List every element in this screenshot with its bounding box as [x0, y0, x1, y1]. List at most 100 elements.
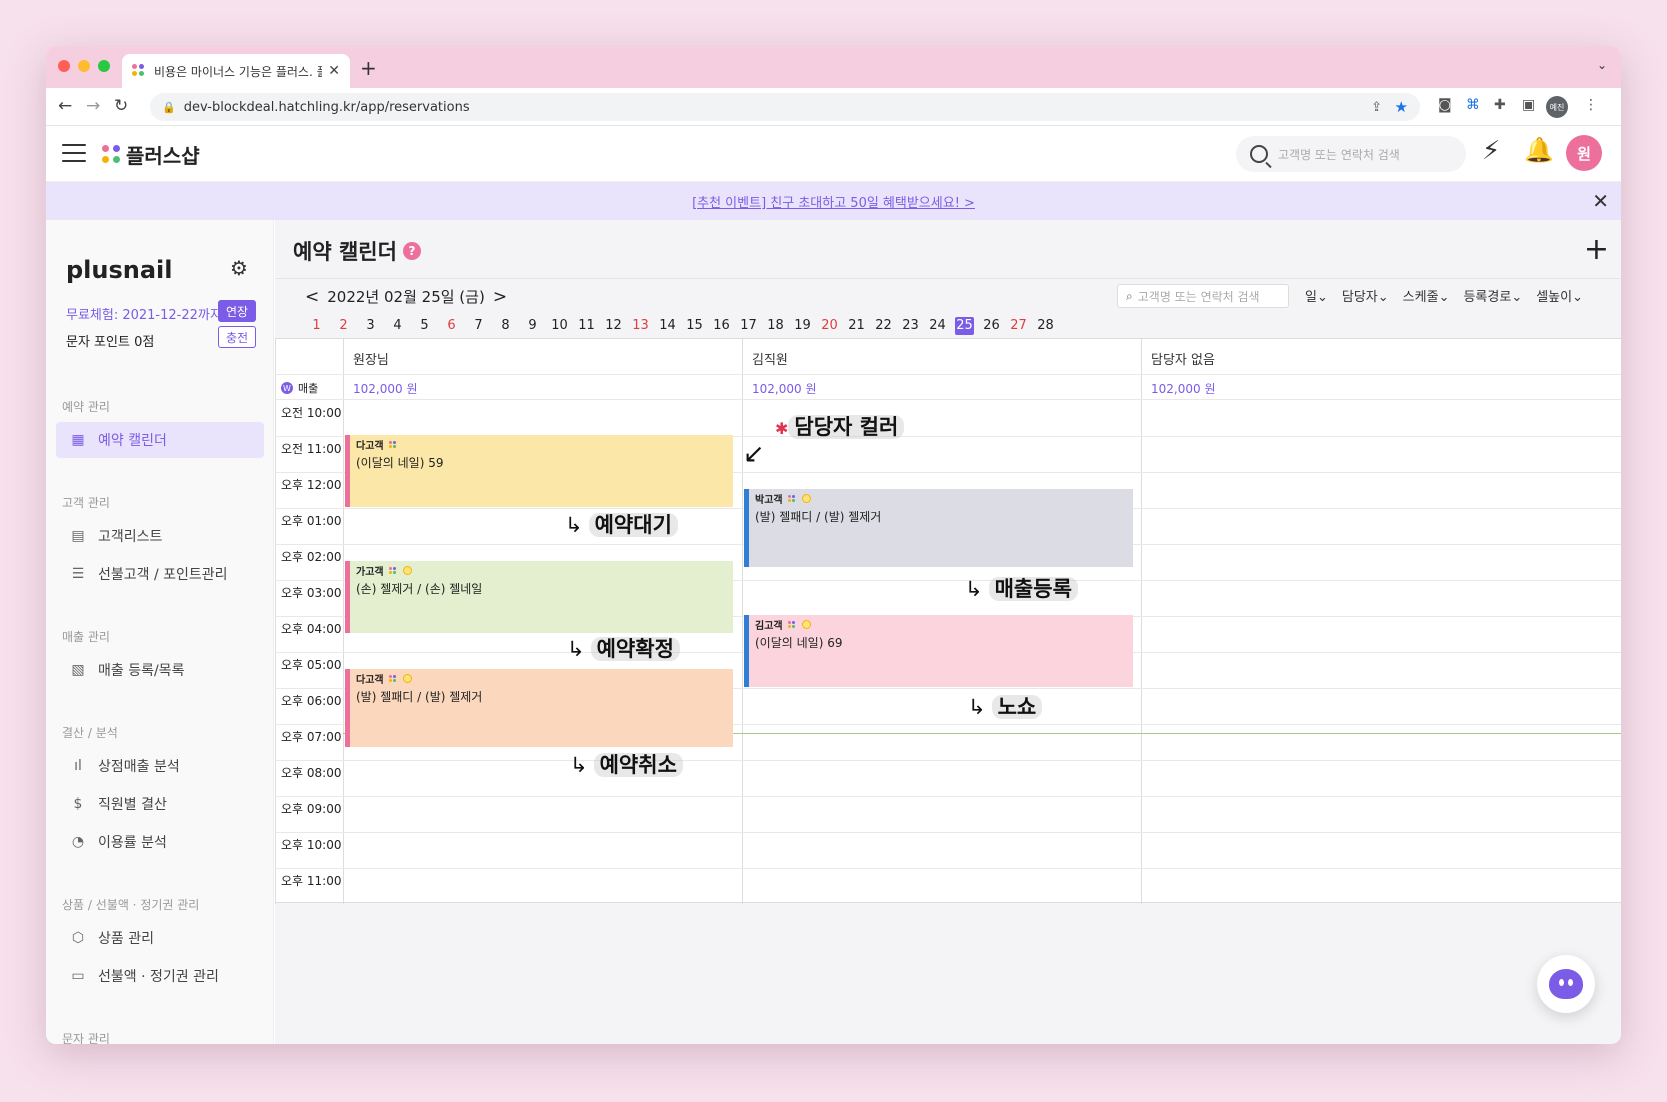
day-9[interactable]: 9: [519, 317, 546, 335]
dots-icon: [388, 674, 397, 683]
chat-button[interactable]: [1537, 955, 1595, 1013]
user-avatar[interactable]: 원: [1566, 135, 1602, 171]
maximize-window-button[interactable]: [98, 60, 110, 72]
gear-icon[interactable]: ⚙: [230, 256, 248, 280]
current-date[interactable]: 2022년 02월 25일 (금): [327, 286, 485, 307]
reservation-event[interactable]: 다고객 (이달의 네일) 59: [345, 435, 733, 507]
add-reservation-button[interactable]: +: [1584, 232, 1609, 267]
bar-chart-icon: ıl: [74, 758, 82, 774]
day-21[interactable]: 21: [843, 317, 870, 335]
sales-label-text: 매출: [298, 382, 319, 395]
address-bar[interactable]: 🔒 dev-blockdeal.hatchling.kr/app/reserva…: [150, 93, 1420, 121]
day-19[interactable]: 19: [789, 317, 816, 335]
sidebar-item-sales-register[interactable]: ▧ 매출 등록/목록: [56, 652, 264, 688]
close-tab-icon[interactable]: ✕: [328, 63, 340, 79]
share-icon[interactable]: ⇪: [1371, 100, 1382, 115]
close-window-button[interactable]: [58, 60, 70, 72]
column-header-unassigned: 담당자 없음: [1151, 353, 1215, 368]
document-icon: ▤: [71, 528, 85, 544]
browser-tab[interactable]: 비용은 마이너스 기능은 플러스. 플러 ✕: [122, 54, 350, 88]
forward-icon[interactable]: →: [86, 96, 100, 116]
menu-icon[interactable]: [62, 144, 86, 162]
day-16[interactable]: 16: [708, 317, 735, 335]
tab-title: 비용은 마이너스 기능은 플러스. 플러: [154, 64, 323, 79]
charge-button[interactable]: 충전: [218, 326, 256, 348]
minimize-window-button[interactable]: [78, 60, 90, 72]
logo[interactable]: 플러스샵: [102, 140, 200, 169]
filter-schedule[interactable]: 스케줄⌄: [1403, 286, 1450, 305]
new-tab-button[interactable]: +: [360, 56, 377, 80]
side-panel-icon[interactable]: ▣: [1522, 97, 1535, 113]
day-8[interactable]: 8: [492, 317, 519, 335]
day-12[interactable]: 12: [600, 317, 627, 335]
day-17[interactable]: 17: [735, 317, 762, 335]
sidebar-item-usage-analysis[interactable]: ◔ 이용률 분석: [56, 824, 264, 860]
day-1[interactable]: 1: [303, 317, 330, 335]
sidebar-item-shop-sales[interactable]: ıl 상점매출 분석: [56, 748, 264, 784]
filter-view[interactable]: 일⌄: [1305, 286, 1328, 305]
sales-value-unassigned: 102,000 원: [1151, 382, 1216, 396]
sidebar-item-products[interactable]: ⬡ 상품 관리: [56, 920, 264, 956]
filter-cell-height[interactable]: 셀높이⌄: [1536, 286, 1583, 305]
day-15[interactable]: 15: [681, 317, 708, 335]
section-sms: 문자 관리: [62, 1032, 110, 1044]
time-slot-label: 오후 03:00: [281, 586, 342, 600]
translate-icon[interactable]: ⌘: [1466, 97, 1480, 113]
day-27[interactable]: 27: [1005, 317, 1032, 335]
help-icon[interactable]: ?: [402, 242, 421, 260]
day-24[interactable]: 24: [924, 317, 951, 335]
prev-day-icon[interactable]: <: [305, 287, 319, 307]
browser-menu-icon[interactable]: ⋮: [1584, 97, 1598, 113]
day-11[interactable]: 11: [573, 317, 600, 335]
reservation-event[interactable]: 김고객 (이달의 네일) 69: [744, 615, 1133, 687]
sidebar-item-calendar[interactable]: ▦ 예약 캘린더: [56, 422, 264, 458]
close-banner-icon[interactable]: ✕: [1592, 189, 1609, 213]
event-banner[interactable]: [추천 이벤트] 친구 초대하고 50일 혜택받으세요! > ✕: [46, 182, 1621, 220]
filter-source[interactable]: 등록경로⌄: [1463, 286, 1522, 305]
day-25[interactable]: 25: [955, 317, 974, 335]
bookmark-star-icon[interactable]: ★: [1395, 98, 1408, 116]
grid-line: [1141, 339, 1142, 904]
filter-staff[interactable]: 담당자⌄: [1342, 286, 1389, 305]
calendar-search-input[interactable]: ⌕ 고객명 또는 연락처 검색: [1117, 284, 1289, 308]
annotation-text: 매출등록: [988, 577, 1078, 601]
tab-search-chevron-icon[interactable]: ⌄: [1597, 58, 1607, 72]
day-7[interactable]: 7: [465, 317, 492, 335]
day-22[interactable]: 22: [870, 317, 897, 335]
global-search-input[interactable]: 고객명 또는 연락처 검색: [1236, 136, 1466, 172]
extend-button[interactable]: 연장: [218, 300, 256, 322]
day-4[interactable]: 4: [384, 317, 411, 335]
day-6[interactable]: 6: [438, 317, 465, 335]
back-icon[interactable]: ←: [58, 96, 72, 116]
sidebar-item-prepaid[interactable]: ☰ 선불고객 / 포인트관리: [56, 556, 264, 592]
camera-icon[interactable]: ◙: [1438, 97, 1452, 113]
reload-icon[interactable]: ↻: [114, 96, 128, 116]
event-customer: 가고객: [356, 563, 727, 578]
day-14[interactable]: 14: [654, 317, 681, 335]
profile-avatar[interactable]: 예진: [1546, 96, 1568, 118]
day-10[interactable]: 10: [546, 317, 573, 335]
day-2[interactable]: 2: [330, 317, 357, 335]
day-26[interactable]: 26: [978, 317, 1005, 335]
day-5[interactable]: 5: [411, 317, 438, 335]
dollar-icon: $: [73, 796, 83, 812]
day-18[interactable]: 18: [762, 317, 789, 335]
filter-label: 등록경로: [1463, 290, 1512, 305]
day-23[interactable]: 23: [897, 317, 924, 335]
banner-text[interactable]: [추천 이벤트] 친구 초대하고 50일 혜택받으세요! >: [692, 192, 975, 211]
reservation-event[interactable]: 가고객 (손) 젤제거 / (손) 젤네일: [345, 561, 733, 633]
grid-line: [275, 832, 1621, 833]
lightning-icon[interactable]: ⚡: [1482, 136, 1500, 166]
reservation-event[interactable]: 박고객 (발) 젤패디 / (발) 젤제거: [744, 489, 1133, 567]
day-20[interactable]: 20: [816, 317, 843, 335]
reservation-event[interactable]: 다고객 (발) 젤패디 / (발) 젤제거: [345, 669, 733, 747]
extensions-icon[interactable]: ✚: [1494, 97, 1506, 113]
next-day-icon[interactable]: >: [493, 287, 507, 307]
sidebar-item-customer-list[interactable]: ▤ 고객리스트: [56, 518, 264, 554]
sidebar-item-staff-settlement[interactable]: $ 직원별 결산: [56, 786, 264, 822]
sidebar-item-passes[interactable]: ▭ 선불액 · 정기권 관리: [56, 958, 264, 994]
bell-icon[interactable]: 🔔: [1524, 136, 1554, 164]
day-28[interactable]: 28: [1032, 317, 1059, 335]
day-3[interactable]: 3: [357, 317, 384, 335]
day-13[interactable]: 13: [627, 317, 654, 335]
